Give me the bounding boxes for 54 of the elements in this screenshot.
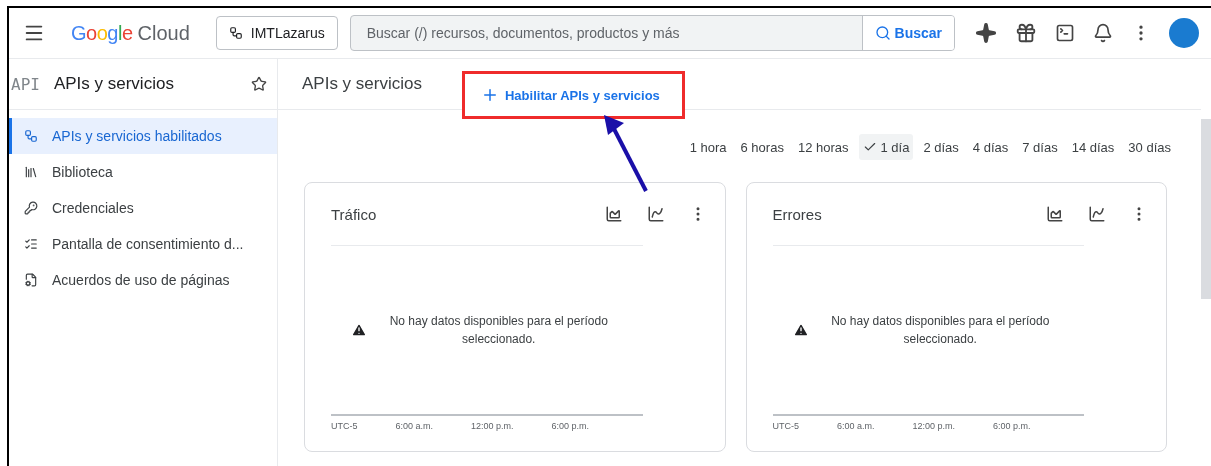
no-data-message: No hay datos disponibles para el período seleccionado.: [388, 313, 609, 348]
axis-label: 6:00 a.m.: [837, 421, 875, 433]
logo[interactable]: Google Cloud: [71, 21, 190, 45]
sidebar-item[interactable]: Pantalla de consentimiento d...: [9, 226, 277, 262]
consent-icon: [24, 237, 38, 251]
axis-label: 6:00 p.m.: [551, 421, 590, 433]
key-icon: [24, 201, 38, 215]
time-range-chip[interactable]: 14 días: [1067, 134, 1119, 160]
axis-label: UTC-5: [331, 421, 358, 433]
time-range-chip[interactable]: 6 horas: [736, 134, 788, 160]
search-field[interactable]: Buscar (/) recursos, documentos, productos y más Buscar: [349, 15, 955, 51]
api-label: API: [11, 74, 40, 94]
sidebar-item[interactable]: APIs y servicios habilitados: [9, 118, 277, 154]
sidebar-item[interactable]: Biblioteca: [9, 154, 277, 190]
time-range-chip[interactable]: 7 días: [1018, 134, 1062, 160]
avatar[interactable]: [1169, 18, 1199, 48]
warning-icon: [792, 322, 809, 338]
check-icon: [862, 140, 877, 154]
sidebar-item[interactable]: Acuerdos de uso de páginas: [9, 262, 277, 298]
search-button[interactable]: Buscar: [861, 16, 954, 50]
project-picker[interactable]: IMTLazarus: [215, 16, 338, 50]
project-icon: [228, 26, 243, 40]
area-chart-icon[interactable]: [604, 205, 623, 223]
area-chart-icon[interactable]: [1046, 205, 1064, 223]
no-data-message: No hay datos disponibles para el período seleccionado.: [830, 313, 1051, 348]
sidebar-title: APIs y servicios: [53, 74, 175, 94]
axis-label: 6:00 p.m.: [993, 421, 1031, 433]
enable-apis-button[interactable]: Habilitar APIs y servicios: [462, 71, 685, 119]
card-title: Tráfico: [331, 205, 378, 223]
line-chart-icon[interactable]: [646, 205, 665, 223]
time-range-chip[interactable]: 1 hora: [685, 134, 731, 160]
time-range-chip[interactable]: 30 días: [1124, 134, 1175, 160]
card-title: Errores: [772, 205, 823, 223]
library-icon: [24, 165, 38, 179]
time-range-chip[interactable]: 1 día: [858, 134, 914, 160]
axis-label: 12:00 p.m.: [912, 421, 956, 433]
time-range-chip[interactable]: 4 días: [968, 134, 1013, 160]
time-range-chip[interactable]: 2 días: [919, 134, 963, 160]
axis-label: 12:00 p.m.: [471, 421, 514, 433]
gift-icon[interactable]: [1015, 22, 1037, 44]
plus-icon: [481, 86, 499, 104]
bell-icon[interactable]: [1093, 23, 1113, 43]
search-icon: [874, 25, 891, 41]
star-icon[interactable]: [251, 76, 267, 92]
terminal-icon[interactable]: [1055, 23, 1075, 43]
axis-label: 6:00 a.m.: [395, 421, 434, 433]
sidebar-item[interactable]: Credenciales: [9, 190, 277, 226]
scrollbar[interactable]: [1201, 119, 1211, 299]
page-title: APIs y servicios: [302, 74, 422, 94]
sparkle-icon[interactable]: [975, 22, 997, 44]
time-range-chip[interactable]: 12 horas: [793, 134, 853, 160]
axis-label: UTC-5: [772, 421, 799, 433]
line-chart-icon[interactable]: [1088, 205, 1106, 223]
warning-icon: [351, 322, 367, 338]
